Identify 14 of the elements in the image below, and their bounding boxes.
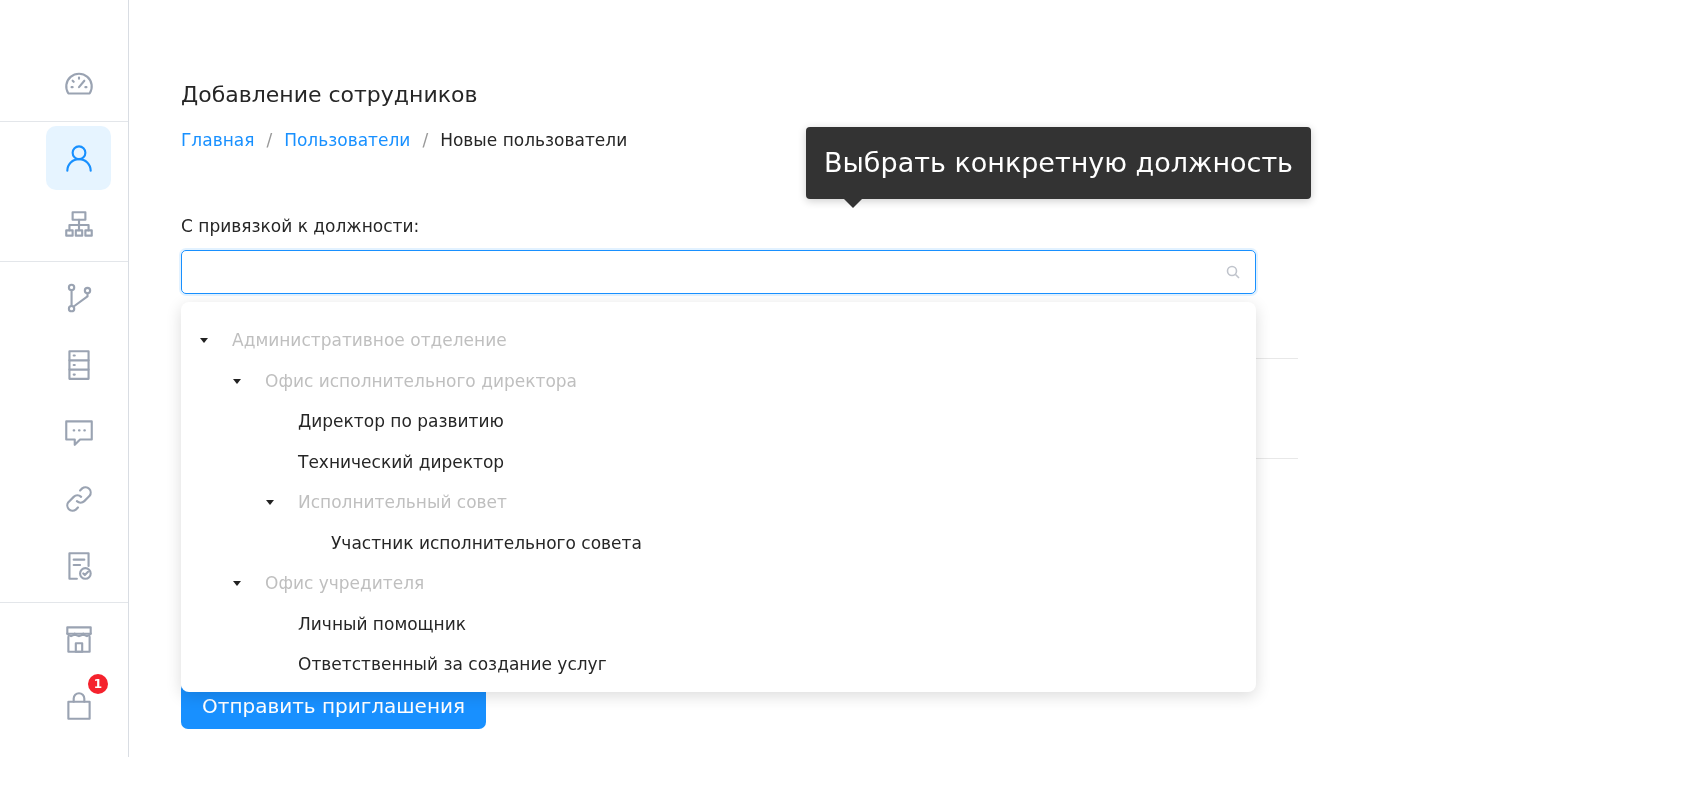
sidebar-item[interactable]: 1 bbox=[46, 674, 111, 738]
breadcrumb-link[interactable]: Главная bbox=[181, 128, 255, 152]
tooltip: Выбрать конкретную должность bbox=[806, 127, 1312, 199]
sidebar-item[interactable] bbox=[46, 126, 111, 190]
breadcrumb-separator: / bbox=[266, 129, 273, 152]
breadcrumb-separator: / bbox=[422, 129, 429, 152]
page-title: Добавление сотрудников bbox=[181, 81, 479, 109]
tooltip-arrow bbox=[844, 199, 862, 208]
field-label: С привязкой к должности: bbox=[181, 215, 421, 238]
search-icon bbox=[1225, 264, 1241, 280]
breadcrumb-current: Новые пользователи bbox=[440, 129, 628, 152]
search-field[interactable] bbox=[181, 250, 1256, 294]
notification-badge: 1 bbox=[88, 674, 108, 694]
breadcrumb-link[interactable]: Пользователи bbox=[284, 128, 411, 152]
